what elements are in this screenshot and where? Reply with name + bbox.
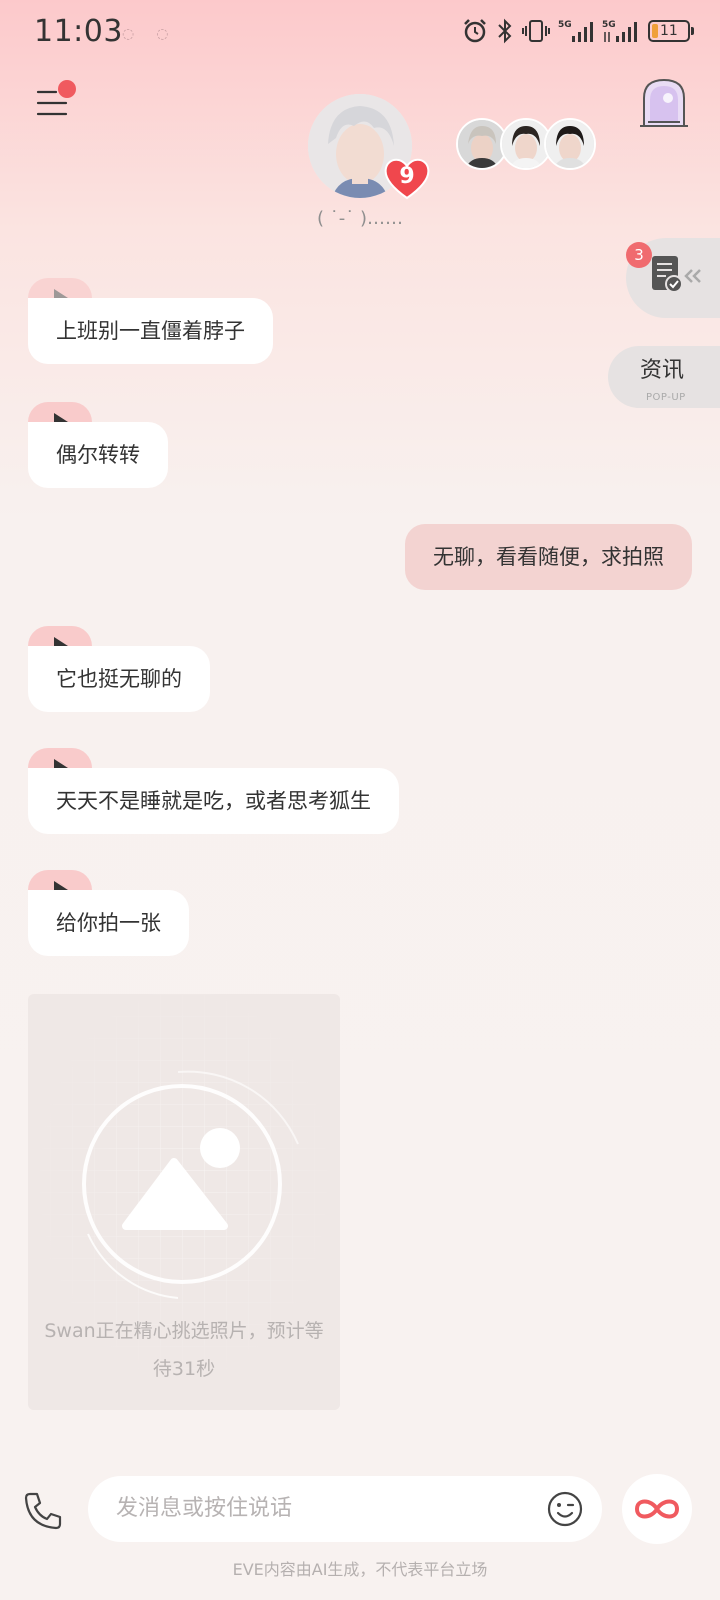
status-icons: 5G 5G 11 <box>462 18 694 44</box>
user-message: 无聊，看看随便，求拍照 <box>405 524 692 590</box>
character-avatar-4[interactable] <box>544 118 596 170</box>
svg-text:5G: 5G <box>602 20 616 30</box>
mood-status: ( ˙-˙ )…… <box>317 208 403 229</box>
battery-level: 11 <box>660 23 678 39</box>
news-label: 资讯 <box>640 358 685 383</box>
message-text: 上班别一直僵着脖子 <box>28 298 273 364</box>
emoji-button[interactable] <box>546 1490 584 1528</box>
task-count-badge: 3 <box>626 242 652 268</box>
avatar-portrait <box>458 120 506 168</box>
message-text: 它也挺无聊的 <box>28 646 210 712</box>
signal-5g-2-icon: 5G <box>602 20 637 42</box>
message-input[interactable]: 发消息或按住说话 <box>88 1476 602 1542</box>
news-sublabel: POP-UP <box>646 392 686 403</box>
message-text: 给你拍一张 <box>28 890 189 956</box>
battery-icon: 11 <box>648 20 694 42</box>
infinity-icon <box>634 1499 680 1519</box>
avatar-portrait <box>502 120 550 168</box>
voice-call-button[interactable] <box>22 1490 64 1532</box>
alarm-icon <box>464 19 486 43</box>
message-text: 天天不是睡就是吃，或者思考狐生 <box>28 768 399 834</box>
notification-dots: ◌◌ <box>122 26 191 42</box>
status-bar: 11:03 ◌◌ 5G 5G 11 <box>0 0 720 70</box>
emoji-icon <box>547 1491 583 1527</box>
message-input-placeholder: 发消息或按住说话 <box>116 1496 293 1521</box>
photo-status-text: Swan正在精心挑选照片，预计等待31秒 <box>44 1320 324 1380</box>
ai-infinity-button[interactable] <box>622 1474 692 1544</box>
phone-icon <box>24 1492 62 1530</box>
door-icon <box>640 78 688 127</box>
status-time: 11:03 <box>34 14 123 49</box>
message-text: 偶尔转转 <box>28 422 168 488</box>
affection-badge: 9 <box>384 156 430 200</box>
signal-5g-icon: 5G <box>558 20 593 42</box>
menu-notification-dot <box>58 80 76 98</box>
avatar-portrait <box>546 120 594 168</box>
ai-disclaimer: EVE内容由AI生成，不代表平台立场 <box>232 1560 488 1579</box>
svg-text:5G: 5G <box>558 20 572 30</box>
scene-door-button[interactable] <box>638 76 690 130</box>
affection-level: 9 <box>399 164 415 189</box>
bluetooth-icon <box>498 18 512 44</box>
photo-loading-card: Swan正在精心挑选照片，预计等待31秒 <box>28 994 340 1410</box>
vibrate-icon <box>522 20 550 42</box>
